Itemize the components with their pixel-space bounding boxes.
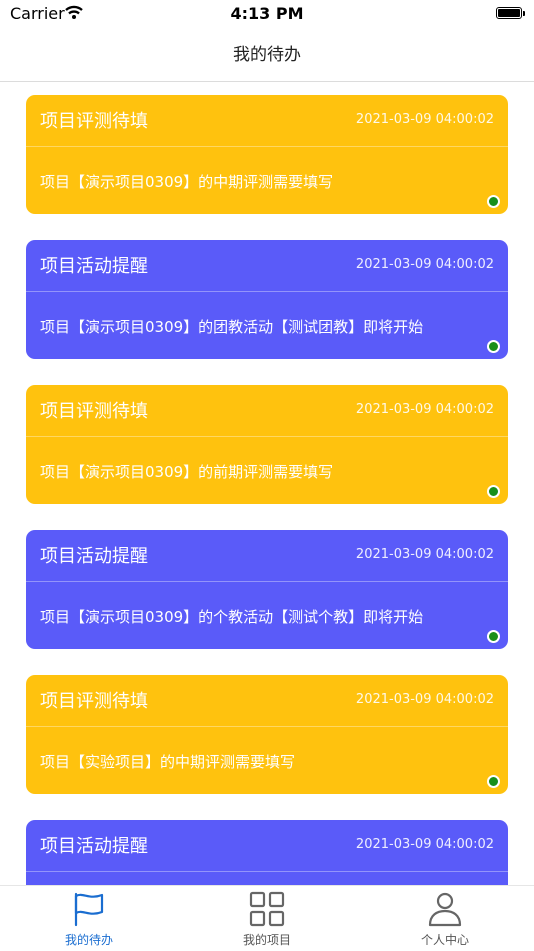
flag-icon [74,892,104,927]
card-divider [26,871,508,872]
tab-label: 个人中心 [420,933,469,947]
card-header: 项目评测待填 2021-03-09 04:00:02 [26,675,508,726]
card-header: 项目活动提醒 2021-03-09 04:00:02 [26,820,508,871]
battery-icon [496,7,525,19]
card-time: 2021-03-09 04:00:02 [355,837,494,852]
todo-card[interactable]: 项目活动提醒 2021-03-09 04:00:02 [26,820,508,885]
card-message: 项目【实验项目】的中期评测需要填写 [40,753,296,771]
todo-card[interactable]: 项目评测待填 2021-03-09 04:00:02 项目【实验项目】的中期评测… [26,675,508,794]
card-title: 项目评测待填 [40,111,148,132]
tab-my-projects[interactable]: 我的项目 [178,886,356,951]
unread-dot-icon [487,630,500,643]
card-message: 项目【演示项目0309】的个教活动【测试个教】即将开始 [40,608,424,626]
card-divider [26,726,508,727]
unread-dot-icon [487,775,500,788]
tab-bar: 我的待办 我的项目 个人中心 [0,885,534,950]
card-header: 项目评测待填 2021-03-09 04:00:02 [26,95,508,146]
card-divider [26,291,508,292]
card-title: 项目活动提醒 [40,256,148,277]
card-message: 项目【演示项目0309】的前期评测需要填写 [40,463,334,481]
todo-card[interactable]: 项目评测待填 2021-03-09 04:00:02 项目【演示项目0309】的… [26,95,508,214]
tab-label: 我的项目 [242,933,291,947]
card-divider [26,436,508,437]
card-title: 项目活动提醒 [40,546,148,567]
todo-list[interactable]: 项目评测待填 2021-03-09 04:00:02 项目【演示项目0309】的… [0,82,534,885]
card-title: 项目评测待填 [40,401,148,422]
clock: 4:13 PM [230,4,304,23]
card-time: 2021-03-09 04:00:02 [355,402,494,417]
card-time: 2021-03-09 04:00:02 [355,692,494,707]
card-time: 2021-03-09 04:00:02 [355,547,494,562]
card-message: 项目【演示项目0309】的中期评测需要填写 [40,173,334,191]
person-icon [428,892,462,927]
tab-my-todo[interactable]: 我的待办 [0,886,178,951]
card-header: 项目活动提醒 2021-03-09 04:00:02 [26,530,508,581]
card-title: 项目活动提醒 [40,836,148,857]
grid-icon [249,891,285,927]
tab-personal-center[interactable]: 个人中心 [356,886,534,951]
unread-dot-icon [487,485,500,498]
card-time: 2021-03-09 04:00:02 [355,112,494,127]
todo-card[interactable]: 项目活动提醒 2021-03-09 04:00:02 项目【演示项目0309】的… [26,240,508,359]
card-header: 项目活动提醒 2021-03-09 04:00:02 [26,240,508,291]
unread-dot-icon [487,195,500,208]
card-header: 项目评测待填 2021-03-09 04:00:02 [26,385,508,436]
card-divider [26,146,508,147]
navigation-bar: 我的待办 [0,28,534,82]
status-bar: Carrier 4:13 PM [0,0,534,28]
card-title: 项目评测待填 [40,691,148,712]
todo-card[interactable]: 项目评测待填 2021-03-09 04:00:02 项目【演示项目0309】的… [26,385,508,504]
unread-dot-icon [487,340,500,353]
card-divider [26,581,508,582]
page-title: 我的待办 [233,45,301,65]
todo-card[interactable]: 项目活动提醒 2021-03-09 04:00:02 项目【演示项目0309】的… [26,530,508,649]
tab-label: 我的待办 [64,933,113,947]
card-message: 项目【演示项目0309】的团教活动【测试团教】即将开始 [40,318,424,336]
card-time: 2021-03-09 04:00:02 [355,257,494,272]
